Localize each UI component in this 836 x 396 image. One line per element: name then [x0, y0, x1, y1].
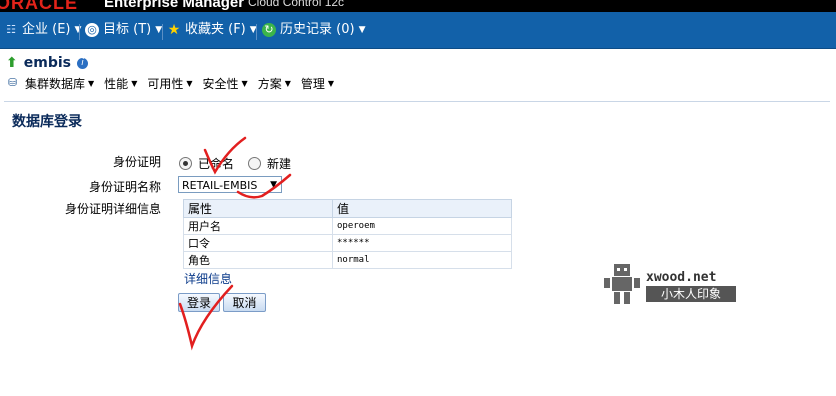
info-icon[interactable]: i	[76, 57, 88, 69]
column-header-attribute: 属性	[183, 199, 333, 218]
nav-enterprise-label: 企业 (E)	[22, 22, 71, 37]
menu-performance[interactable]: 性能 ▼	[104, 75, 137, 92]
target-up-status-icon: ⬆	[6, 55, 18, 71]
menu-label: 安全性	[202, 76, 239, 91]
chevron-down-icon: ▼	[270, 180, 277, 190]
cell-value: operoem	[332, 217, 512, 235]
radio-selected-icon	[179, 157, 192, 170]
radio-unselected-icon	[248, 157, 261, 170]
chevron-down-icon: ▼	[358, 25, 366, 35]
menu-label: 方案	[257, 76, 282, 91]
nav-history-menu[interactable]: ↻ 历史记录 (0) ▼	[262, 21, 365, 39]
chevron-down-icon: ▼	[327, 78, 335, 88]
radio-named-label: 已命名	[198, 157, 235, 171]
nav-enterprise-menu[interactable]: ☷ 企业 (E) ▼	[4, 21, 81, 39]
product-name: Enterprise Manager	[104, 0, 245, 11]
cell-attribute: 用户名	[183, 217, 333, 235]
menu-label: 集群数据库	[25, 76, 86, 91]
menu-availability[interactable]: 可用性 ▼	[147, 75, 192, 92]
table-header-row: 属性 值	[183, 199, 512, 218]
table-row: 口令 ******	[183, 234, 512, 252]
page-title: 数据库登录	[12, 114, 82, 130]
menu-label: 可用性	[147, 76, 184, 91]
menu-label: 性能	[104, 76, 129, 91]
database-icon: ⛁	[8, 76, 18, 89]
column-header-value: 值	[332, 199, 512, 218]
global-nav-bar: ☷ 企业 (E) ▼ ◎ 目标 (T) ▼ ★ 收藏夹 (F) ▼ ↻ 历史记录…	[0, 12, 836, 49]
target-icon: ◎	[85, 23, 99, 37]
menu-label: 管理	[300, 76, 325, 91]
nav-targets-menu[interactable]: ◎ 目标 (T) ▼	[85, 21, 162, 39]
target-menu-bar: ⛁ 集群数据库 ▼ 性能 ▼ 可用性 ▼ 安全性 ▼ 方案 ▼ 管理 ▼	[8, 75, 334, 91]
credential-name-value: RETAIL-EMBIS	[182, 179, 258, 192]
cell-value: normal	[332, 251, 512, 269]
chevron-down-icon: ▼	[131, 78, 138, 88]
table-row: 角色 normal	[183, 251, 512, 269]
credential-name-label: 身份证明名称	[88, 180, 161, 194]
history-icon: ↻	[262, 23, 276, 37]
robot-logo-icon	[604, 264, 640, 304]
watermark-site: xwood.net	[646, 270, 717, 285]
radio-new-credential[interactable]: 新建	[248, 155, 291, 172]
menu-schema[interactable]: 方案 ▼	[258, 75, 291, 92]
cell-attribute: 角色	[183, 251, 333, 269]
nav-divider	[162, 24, 163, 40]
nav-history-label: 历史记录 (0)	[280, 22, 355, 37]
menu-administration[interactable]: 管理 ▼	[301, 75, 334, 92]
handwritten-annotations	[178, 136, 292, 351]
menu-cluster-database[interactable]: ⛁ 集群数据库 ▼	[8, 75, 94, 92]
chevron-down-icon: ▼	[284, 78, 291, 88]
star-icon: ★	[167, 22, 181, 38]
enterprise-icon: ☷	[6, 23, 16, 36]
nav-divider	[79, 24, 80, 40]
watermark: xwood.net 小木人印象	[604, 264, 740, 308]
chevron-down-icon: ▼	[74, 25, 82, 35]
radio-new-label: 新建	[267, 157, 292, 171]
top-banner: ORACLE Enterprise Manager Cloud Control …	[0, 0, 836, 12]
watermark-text: 小木人印象	[646, 286, 736, 302]
nav-favorites-label: 收藏夹 (F)	[185, 22, 246, 37]
nav-targets-label: 目标 (T)	[103, 22, 152, 37]
table-row: 用户名 operoem	[183, 217, 512, 235]
oracle-logo: ORACLE	[0, 0, 78, 12]
cell-value: ******	[332, 234, 512, 252]
radio-named-credential[interactable]: 已命名	[179, 155, 234, 172]
header-divider	[4, 101, 830, 102]
credential-details-table: 属性 值 用户名 operoem 口令 ****** 角色 normal	[183, 199, 512, 269]
chevron-down-icon: ▼	[186, 78, 193, 88]
more-details-link[interactable]: 详细信息	[184, 270, 232, 287]
login-button[interactable]: 登录	[178, 293, 220, 312]
product-edition: Cloud Control 12c	[248, 0, 345, 9]
chevron-down-icon: ▼	[88, 78, 95, 88]
cell-attribute: 口令	[183, 234, 333, 252]
nav-favorites-menu[interactable]: ★ 收藏夹 (F) ▼	[167, 21, 257, 39]
menu-security[interactable]: 安全性 ▼	[203, 75, 248, 92]
nav-divider	[256, 24, 257, 40]
chevron-down-icon: ▼	[241, 78, 248, 88]
target-name[interactable]: embis	[24, 55, 71, 71]
cancel-button[interactable]: 取消	[223, 293, 266, 312]
credential-details-label: 身份证明详细信息	[64, 202, 161, 216]
target-header: ⬆ embis i	[6, 54, 88, 72]
credential-name-select[interactable]: RETAIL-EMBIS ▼	[178, 176, 282, 193]
credential-label: 身份证明	[112, 155, 161, 169]
